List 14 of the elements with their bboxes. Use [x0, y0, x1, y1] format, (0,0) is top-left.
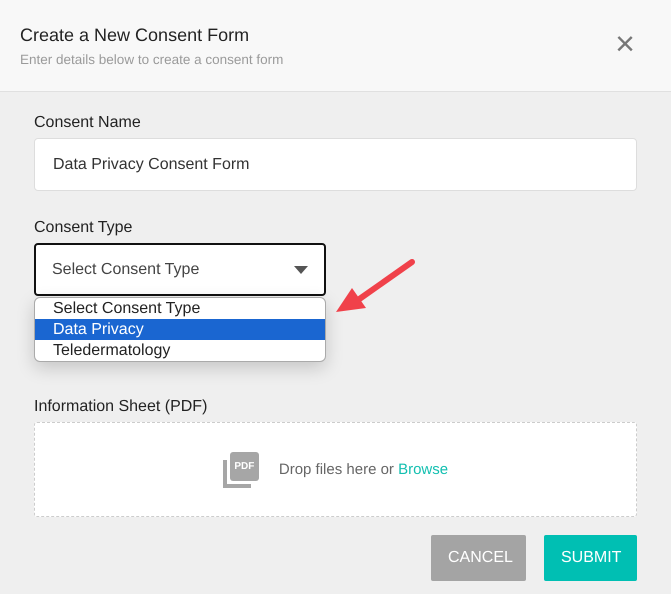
consent-type-dropdown[interactable]: Select Consent Type — [34, 243, 326, 296]
field-label: Consent Name — [34, 114, 141, 132]
file-drop-zone[interactable]: PDF Drop files here or Browse — [34, 422, 637, 517]
drop-instructions: Drop files here or Browse — [278, 461, 448, 478]
dialog-title: Create a New Consent Form — [20, 25, 250, 46]
field-label: Information Sheet (PDF) — [34, 398, 208, 416]
dropdown-option[interactable]: Teledermatology — [35, 340, 325, 361]
dialog-subtitle: Enter details below to create a consent form — [20, 52, 284, 67]
field-label: Consent Type — [34, 219, 132, 237]
consent-name-field[interactable]: Data Privacy Consent Form — [34, 138, 637, 191]
dropdown-option[interactable]: Select Consent Type — [35, 298, 325, 319]
caret-icon — [294, 266, 308, 274]
dropdown-option[interactable]: Data Privacy — [35, 319, 325, 340]
close-button[interactable]: × — [607, 29, 643, 59]
